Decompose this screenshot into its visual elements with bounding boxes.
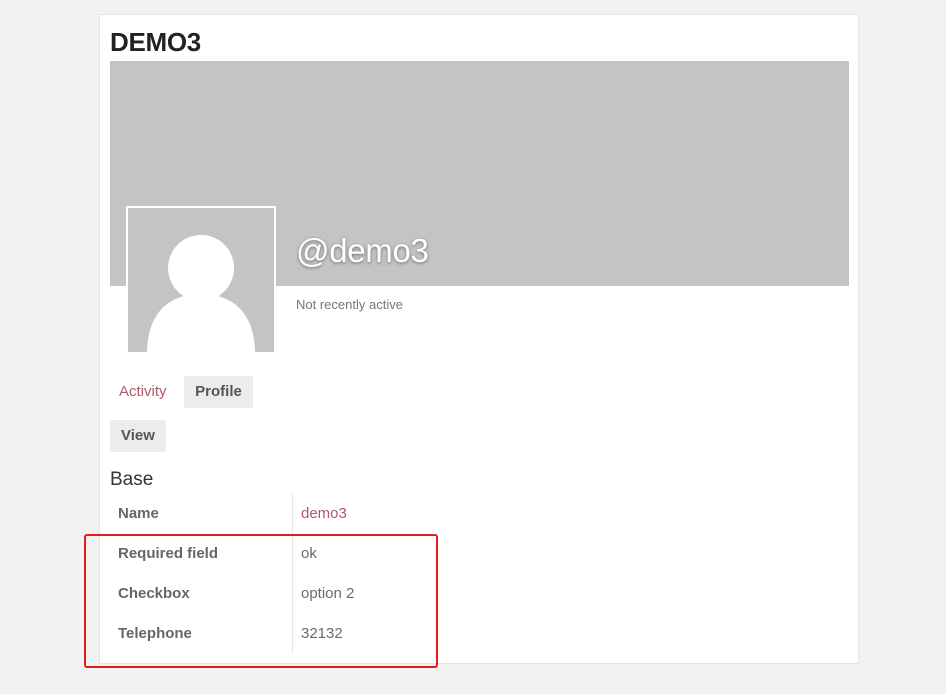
field-label: Name [110, 494, 293, 534]
field-value: option 2 [301, 585, 355, 602]
user-handle: @demo3 [296, 232, 429, 269]
profile-fields-table: Name demo3 Required field ok Checkbox op… [110, 494, 440, 654]
field-group-title: Base [110, 469, 154, 490]
field-row-name: Name demo3 [110, 494, 440, 534]
field-label: Checkbox [110, 574, 293, 614]
field-label: Required field [110, 534, 293, 574]
field-value: ok [301, 545, 317, 562]
field-value: 32132 [301, 625, 343, 642]
field-label: Telephone [110, 614, 293, 654]
avatar[interactable] [126, 206, 276, 354]
field-row-telephone: Telephone 32132 [110, 614, 440, 654]
tab-activity[interactable]: Activity [110, 376, 176, 408]
user-silhouette-icon [128, 208, 274, 352]
field-row-checkbox: Checkbox option 2 [110, 574, 440, 614]
tab-profile[interactable]: Profile [184, 376, 253, 408]
field-value-link[interactable]: demo3 [293, 494, 347, 534]
field-row-required-field: Required field ok [110, 534, 440, 574]
activity-status: Not recently active [296, 297, 403, 312]
subtab-view[interactable]: View [110, 420, 166, 452]
page-title: DEMO3 [110, 27, 201, 57]
